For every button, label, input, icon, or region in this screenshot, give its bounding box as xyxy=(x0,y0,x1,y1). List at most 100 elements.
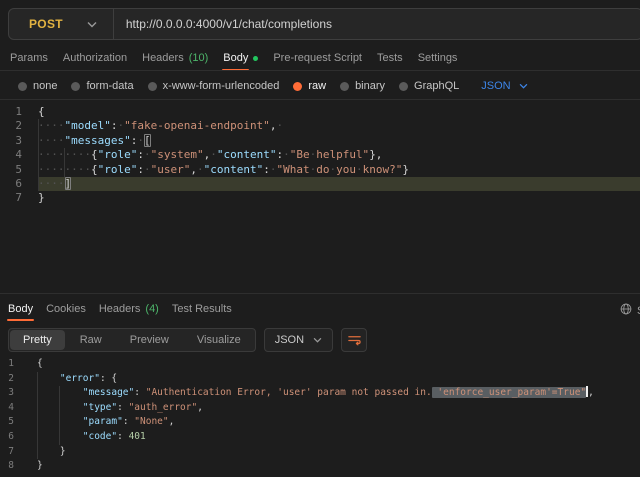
radio-icon xyxy=(71,82,80,91)
code-token: "user" xyxy=(151,163,191,176)
indent-guide xyxy=(59,415,60,430)
code-line[interactable]: 1{ xyxy=(0,357,640,372)
code-token: · xyxy=(276,119,283,132)
code-token: [ xyxy=(144,134,151,147)
body-type-form-data[interactable]: form-data xyxy=(71,80,133,92)
code-token: { xyxy=(37,358,43,369)
code-text: ····"messages":·[ xyxy=(38,134,640,148)
response-tab-headers[interactable]: Headers(4) xyxy=(99,303,159,315)
code-line[interactable]: 8} xyxy=(0,459,640,474)
tab-count-badge: (4) xyxy=(145,303,158,315)
response-tabs: Body Cookies Headers(4) Test Results xyxy=(8,296,232,322)
selected-text: 'enforce_user_param'=True" xyxy=(432,387,586,398)
code-text: } xyxy=(38,191,640,205)
url-input[interactable]: http://0.0.0.0:4000/v1/chat/completions xyxy=(114,17,332,31)
code-line[interactable]: 1{ xyxy=(0,105,640,119)
body-type-x-www-form-urlencoded[interactable]: x-www-form-urlencoded xyxy=(148,80,280,92)
code-text: ····] xyxy=(38,177,640,191)
wrap-text-button[interactable] xyxy=(341,328,367,352)
method-dropdown[interactable]: POST xyxy=(9,9,113,39)
code-token: ···· xyxy=(38,134,65,147)
code-token: "None" xyxy=(134,416,168,427)
code-token: ···· xyxy=(38,119,65,132)
tab-label: Cookies xyxy=(46,303,86,315)
indent-guide xyxy=(38,163,39,177)
response-tab-body[interactable]: Body xyxy=(8,303,33,315)
body-type-raw[interactable]: raw xyxy=(293,80,326,92)
code-token: { xyxy=(38,105,45,118)
indent-guide xyxy=(37,430,38,445)
code-token: "What xyxy=(276,163,309,176)
code-token xyxy=(37,446,60,457)
code-token: "code" xyxy=(83,431,117,442)
code-token: you xyxy=(336,163,356,176)
raw-language-label: JSON xyxy=(481,80,510,92)
indent-guide xyxy=(37,445,38,460)
globe-icon[interactable] xyxy=(619,302,633,321)
code-token: { xyxy=(91,148,98,161)
code-line[interactable]: 6····] xyxy=(0,177,640,191)
code-text: "error": { xyxy=(37,372,640,387)
indent-guide xyxy=(38,119,39,133)
response-view-switch: PrettyRawPreviewVisualize xyxy=(8,328,256,352)
code-token: { xyxy=(91,163,98,176)
code-token: do xyxy=(316,163,329,176)
line-number: 4 xyxy=(0,401,37,416)
view-visualize[interactable]: Visualize xyxy=(184,330,254,350)
view-raw[interactable]: Raw xyxy=(67,330,115,350)
body-type-label: raw xyxy=(308,80,326,92)
code-line[interactable]: 5········{"role":·"user",·"content":·"Wh… xyxy=(0,163,640,177)
code-line[interactable]: 3····"messages":·[ xyxy=(0,134,640,148)
code-line[interactable]: 3 "message": "Authentication Error, 'use… xyxy=(0,386,640,401)
code-token: "type" xyxy=(83,402,117,413)
tab-pre-request-script[interactable]: Pre-request Script xyxy=(273,52,362,64)
tab-label: Test Results xyxy=(172,303,232,315)
code-line[interactable]: 4 "type": "auth_error", xyxy=(0,401,640,416)
body-type-binary[interactable]: binary xyxy=(340,80,385,92)
view-pretty[interactable]: Pretty xyxy=(10,330,65,350)
code-token: "message" xyxy=(83,387,134,398)
tab-body[interactable]: Body xyxy=(223,52,258,64)
line-number: 3 xyxy=(0,134,38,148)
code-line[interactable]: 2 "error": { xyxy=(0,372,640,387)
response-body-editor[interactable]: 1{2 "error": {3 "message": "Authenticati… xyxy=(0,352,640,477)
code-token: , xyxy=(190,163,197,176)
code-token: helpful" xyxy=(316,148,369,161)
code-token: "Authentication Error, 'user' param not … xyxy=(146,387,432,398)
indent-guide xyxy=(59,401,60,416)
tab-tests[interactable]: Tests xyxy=(377,52,403,64)
tab-label: Params xyxy=(10,52,48,64)
code-token: · xyxy=(210,148,217,161)
view-preview[interactable]: Preview xyxy=(117,330,182,350)
code-line[interactable]: 4········{"role":·"system",·"content":·"… xyxy=(0,148,640,162)
radio-icon xyxy=(148,82,157,91)
code-line[interactable]: 6 "code": 401 xyxy=(0,430,640,445)
line-number: 1 xyxy=(0,357,37,372)
code-line[interactable]: 7 } xyxy=(0,445,640,460)
body-type-none[interactable]: none xyxy=(18,80,57,92)
request-body-editor[interactable]: 1{2····"model":·"fake-openai-endpoint",·… xyxy=(0,100,640,298)
indent-guide xyxy=(37,401,38,416)
response-language-dropdown[interactable]: JSON xyxy=(264,328,333,352)
tab-headers[interactable]: Headers(10) xyxy=(142,52,208,64)
code-text: "code": 401 xyxy=(37,430,640,445)
code-token: 401 xyxy=(129,431,146,442)
code-line[interactable]: 7} xyxy=(0,191,640,205)
code-token: · xyxy=(137,134,144,147)
body-type-label: none xyxy=(33,80,57,92)
tab-params[interactable]: Params xyxy=(10,52,48,64)
line-number: 6 xyxy=(0,177,38,191)
code-token: : xyxy=(137,148,144,161)
code-token: · xyxy=(144,148,151,161)
code-text: "message": "Authentication Error, 'user'… xyxy=(37,386,640,401)
code-line[interactable]: 5 "param": "None", xyxy=(0,415,640,430)
tab-authorization[interactable]: Authorization xyxy=(63,52,127,64)
body-type-graphql[interactable]: GraphQL xyxy=(399,80,459,92)
tab-label: Settings xyxy=(418,52,458,64)
response-tab-cookies[interactable]: Cookies xyxy=(46,303,86,315)
response-tab-test-results[interactable]: Test Results xyxy=(172,303,232,315)
indent-guide xyxy=(59,430,60,445)
raw-language-dropdown[interactable]: JSON xyxy=(481,80,527,92)
tab-settings[interactable]: Settings xyxy=(418,52,458,64)
code-line[interactable]: 2····"model":·"fake-openai-endpoint",· xyxy=(0,119,640,133)
